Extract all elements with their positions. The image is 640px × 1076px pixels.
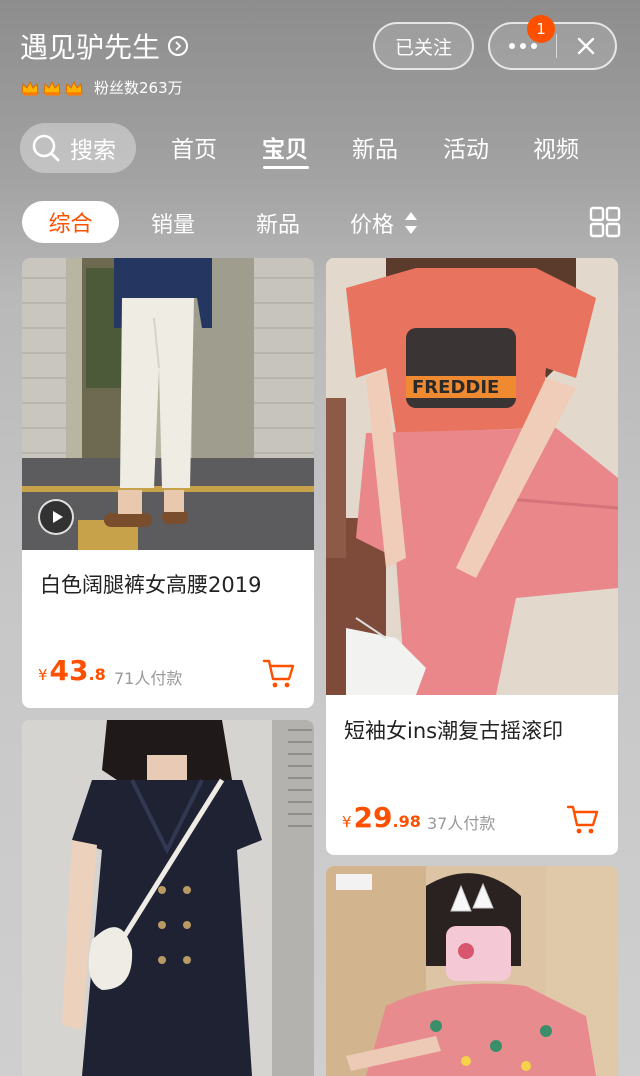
product-card[interactable] — [22, 720, 314, 1076]
search-icon — [32, 134, 60, 162]
search-label: 搜索 — [70, 138, 116, 164]
product-card[interactable] — [326, 866, 618, 1076]
product-image[interactable] — [22, 720, 314, 1076]
cart-icon[interactable] — [262, 656, 296, 690]
search-button[interactable]: 搜索 — [20, 123, 136, 173]
price-integer: 43 — [49, 654, 89, 687]
cart-icon[interactable] — [566, 802, 600, 836]
sales-count: 37人付款 — [427, 814, 496, 833]
crown-icon — [43, 80, 61, 95]
price-integer: 29 — [353, 801, 393, 834]
product-image[interactable]: FREDDIE — [326, 258, 618, 695]
tab-home[interactable]: 首页 — [171, 130, 217, 164]
price-decimal: .98 — [392, 812, 421, 831]
product-title[interactable]: 短袖女ins潮复古摇滚印 — [344, 715, 563, 745]
sales-count: 71人付款 — [114, 669, 183, 688]
active-tab-indicator — [263, 166, 309, 169]
tab-activities[interactable]: 活动 — [443, 130, 489, 164]
shop-name-label: 遇见驴先生 — [20, 31, 161, 64]
product-image[interactable] — [22, 258, 314, 550]
sort-price[interactable]: 价格 — [350, 207, 394, 239]
crown-icon — [65, 80, 83, 95]
close-icon[interactable] — [557, 24, 615, 68]
tab-videos[interactable]: 视频 — [533, 130, 579, 164]
sort-arrows-icon[interactable] — [404, 211, 418, 235]
chevron-right-icon — [168, 36, 189, 56]
grid-toggle-icon[interactable] — [589, 206, 621, 238]
follow-button[interactable]: 已关注 — [373, 22, 474, 70]
sort-new[interactable]: 新品 — [256, 207, 300, 239]
fans-count: 粉丝数263万 — [94, 79, 183, 97]
product-price: ¥ 29 .98 — [342, 801, 421, 834]
product-card[interactable]: FREDDIE 短袖女ins潮复古摇滚印 ¥ 29 .98 37人付款 — [326, 258, 618, 855]
svg-text:FREDDIE: FREDDIE — [412, 377, 499, 398]
price-decimal: .8 — [88, 665, 106, 684]
notification-badge: 1 — [527, 15, 555, 43]
crown-icon — [21, 80, 39, 95]
price-currency: ¥ — [38, 666, 48, 684]
shop-meta: 粉丝数263万 — [20, 77, 183, 98]
play-icon[interactable] — [38, 499, 74, 535]
shop-level-crowns — [20, 78, 84, 98]
product-card[interactable]: 白色阔腿裤女高腰2019 ¥ 43 .8 71人付款 — [22, 258, 314, 708]
product-price: ¥ 43 .8 — [38, 654, 106, 687]
price-currency: ¥ — [342, 813, 352, 831]
product-image[interactable] — [326, 866, 618, 1076]
sort-sales[interactable]: 销量 — [151, 207, 195, 239]
product-title[interactable]: 白色阔腿裤女高腰2019 — [40, 569, 261, 599]
shop-name[interactable]: 遇见驴先生 — [20, 26, 189, 66]
tab-new[interactable]: 新品 — [352, 130, 398, 164]
sort-comprehensive[interactable]: 综合 — [22, 201, 119, 243]
tab-products[interactable]: 宝贝 — [262, 130, 308, 164]
